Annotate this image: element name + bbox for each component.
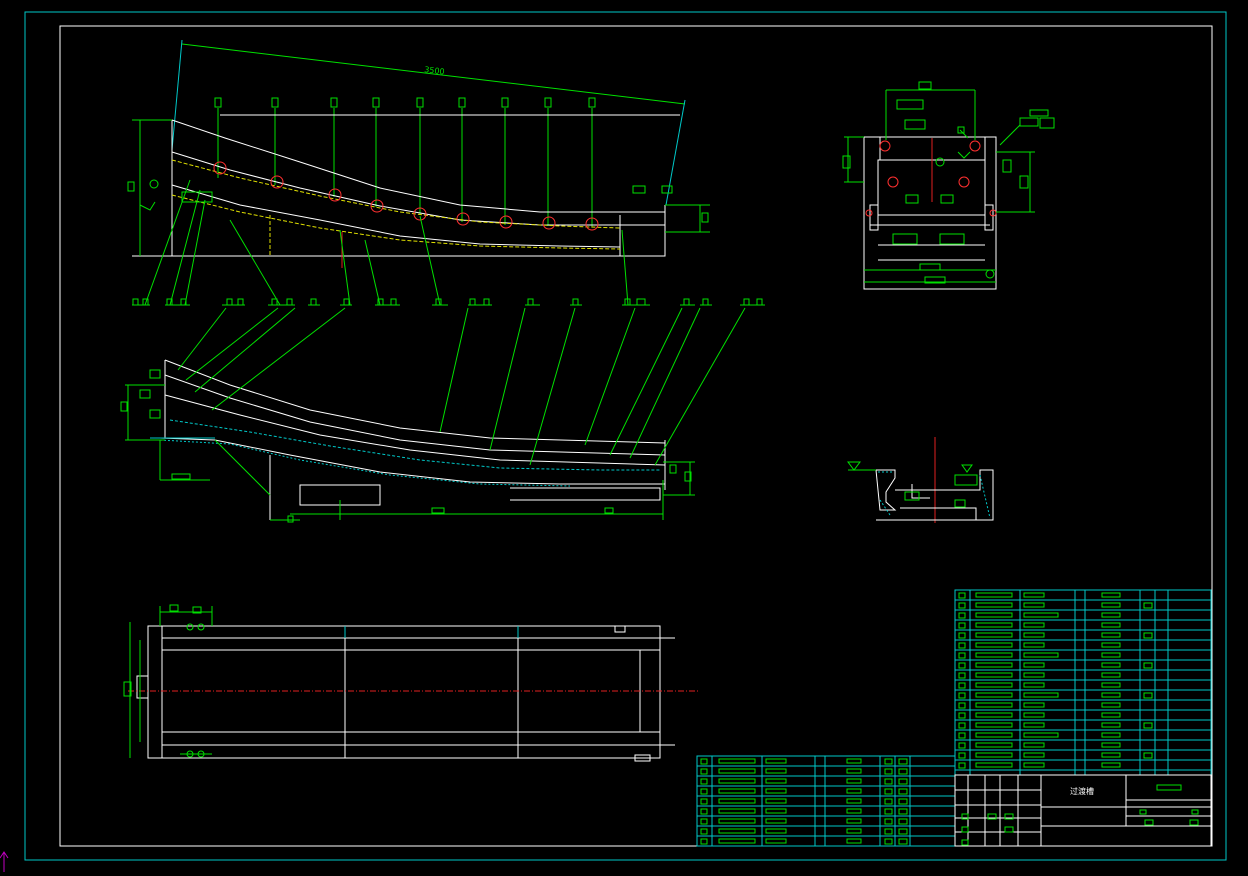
cad-drawing-canvas[interactable]: 3500 过渡槽 <box>0 0 1248 872</box>
drawing-title: 过渡槽 <box>1070 786 1094 796</box>
drawing-svg: 3500 过渡槽 <box>0 0 1248 872</box>
model-space-background <box>0 0 1248 872</box>
